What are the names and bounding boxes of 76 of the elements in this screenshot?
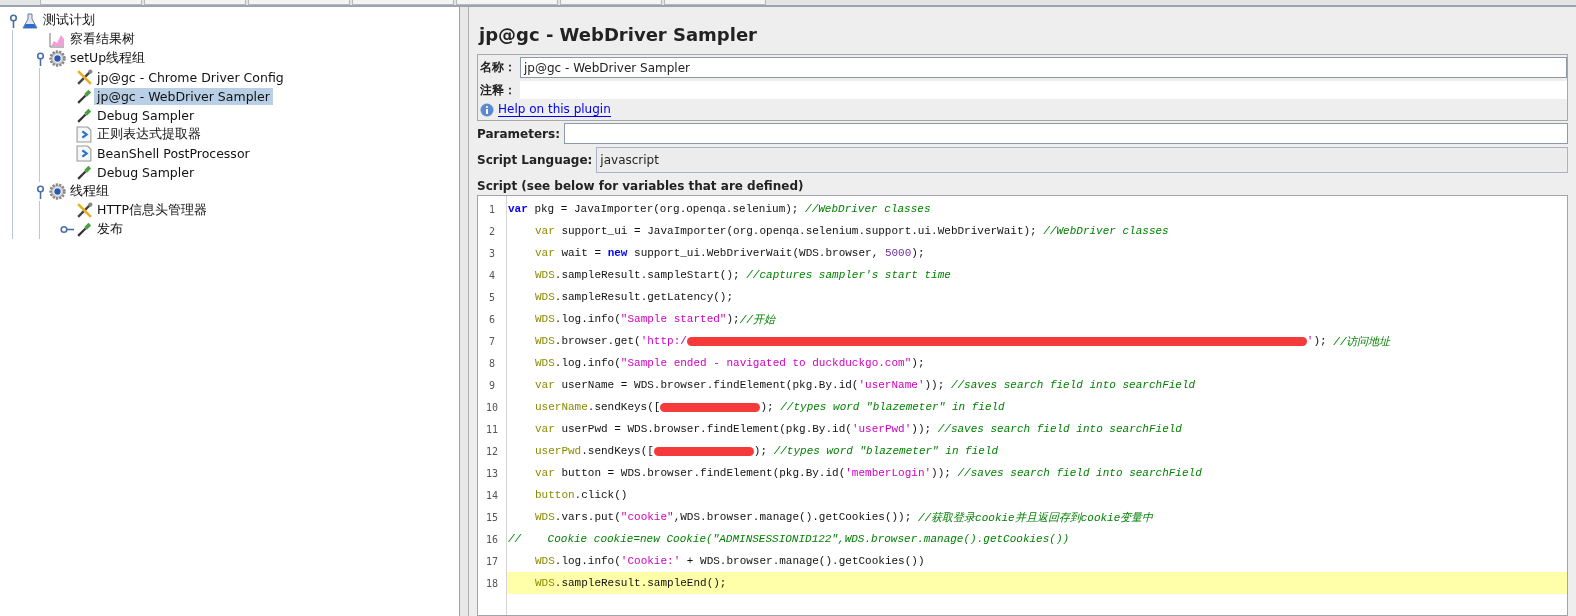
flask-icon [22,12,38,29]
line-number: 15 [484,510,499,525]
line-number: 7 [488,334,496,349]
pipette-icon [75,88,93,105]
line-number: 11 [484,422,499,437]
tree-item[interactable]: Debug Sampler [94,107,198,124]
info-icon [480,102,494,117]
comment-field[interactable] [520,81,1567,99]
comment-label: 注释： [480,81,516,99]
code-line: // Cookie cookie=new Cookie("ADMINSESSIONID122",WDS.browser.manage().getCookies()) [507,532,1071,547]
gear-icon [48,183,66,200]
line-number: 10 [484,400,499,415]
wrench-screwdriver-icon [75,69,93,86]
tree-item[interactable]: 正则表达式提取器 [94,125,204,144]
line-number: 4 [488,268,496,283]
chart-icon [49,31,65,48]
tree-item[interactable]: HTTP信息头管理器 [94,201,210,220]
expanded-handle-icon[interactable] [35,51,45,66]
code-line: button.click() [534,488,629,503]
tree-item[interactable]: jp@gc - WebDriver Sampler [94,88,273,105]
tree-item[interactable]: jp@gc - Chrome Driver Config [94,69,287,86]
expanded-handle-icon[interactable] [35,184,45,199]
tree-item[interactable]: setUp线程组 [67,49,149,68]
line-number: 1 [488,202,496,217]
code-line: var button = WDS.browser.findElement(pkg.By.id('memberLogin')); //saves search field into searchField [534,466,1203,481]
code-line: WDS.log.info("Sample ended - navigated to duckduckgo.com"); [534,356,926,371]
code-line: WDS.vars.put("cookie",WDS.browser.manage().getCookies()); //获取登录cookie并且返回存到cookie变量中 [534,510,1155,526]
collapsed-handle-icon[interactable] [60,225,74,234]
line-number: 13 [484,466,499,481]
line-number: 18 [484,576,499,591]
gear-icon [48,50,66,67]
document-arrow-icon [75,145,93,162]
line-number: 9 [488,378,496,393]
code-editor[interactable] [477,195,1568,616]
code-line: var userPwd = WDS.browser.findElement(pkg.By.id('userPwd')); //saves search field into searchField [534,422,1183,437]
line-number: 17 [484,554,499,569]
parameters-field[interactable] [563,123,1568,144]
code-line: WDS.sampleResult.sampleStart(); //captures sampler's start time [534,268,952,283]
help-link[interactable]: Help on this plugin [498,102,611,117]
line-number: 5 [488,290,496,305]
tree-item[interactable]: 线程组 [67,182,112,201]
expanded-handle-icon[interactable] [8,13,18,28]
pipette-icon [75,221,93,238]
line-number: 8 [488,356,496,371]
code-line: userName.sendKeys([ ); //types word "blazemeter" in field [534,400,1006,415]
code-line: WDS.browser.get('http:/ '); //访问地址 [534,334,1392,350]
wrench-screwdriver-icon [75,202,93,219]
code-line: var wait = new support_ui.WebDriverWait(WDS.browser, 5000); [534,246,926,261]
parameters-label: Parameters: [477,126,560,141]
tree-item[interactable]: 测试计划 [40,11,98,30]
code-line: var support_ui = JavaImporter(org.openqa.selenium.support.ui.WebDriverWait); //WebDriver classes [534,224,1170,239]
name-field[interactable]: jp@gc - WebDriver Sampler [520,57,1567,78]
document-arrow-icon [75,126,93,143]
panel-title: jp@gc - WebDriver Sampler [477,23,758,47]
line-number: 14 [484,488,499,503]
pipette-icon [75,164,93,181]
line-number: 12 [484,444,499,459]
line-number: 6 [488,312,496,327]
tree-item[interactable]: BeanShell PostProcessor [94,145,253,162]
script-label: Script (see below for variables that are defined) [477,179,805,193]
code-line: WDS.sampleResult.getLatency(); [534,290,735,305]
tree-item[interactable]: 察看结果树 [67,30,138,49]
code-line: var userName = WDS.browser.findElement(pkg.By.id('userName')); //saves search field into searchField [534,378,1197,393]
code-line: WDS.log.info("Sample started");//开始 [534,312,777,328]
script-language-field[interactable]: javascript [596,147,1568,173]
line-number: 16 [484,532,499,547]
tree-item[interactable]: 发布 [94,220,126,239]
script-language-label: Script Language: [477,153,593,167]
code-line: userPwd.sendKeys([ ); //types word "blazemeter" in field [534,444,1000,459]
pipette-icon [75,107,93,124]
tree-item[interactable]: Debug Sampler [94,164,198,181]
line-number: 3 [488,246,496,261]
name-label: 名称： [480,59,516,76]
code-line: var pkg = JavaImporter(org.openqa.selenium); //WebDriver classes [507,202,932,217]
line-number: 2 [488,224,496,239]
code-line: WDS.log.info('Cookie:' + WDS.browser.manage().getCookies()) [534,554,926,569]
